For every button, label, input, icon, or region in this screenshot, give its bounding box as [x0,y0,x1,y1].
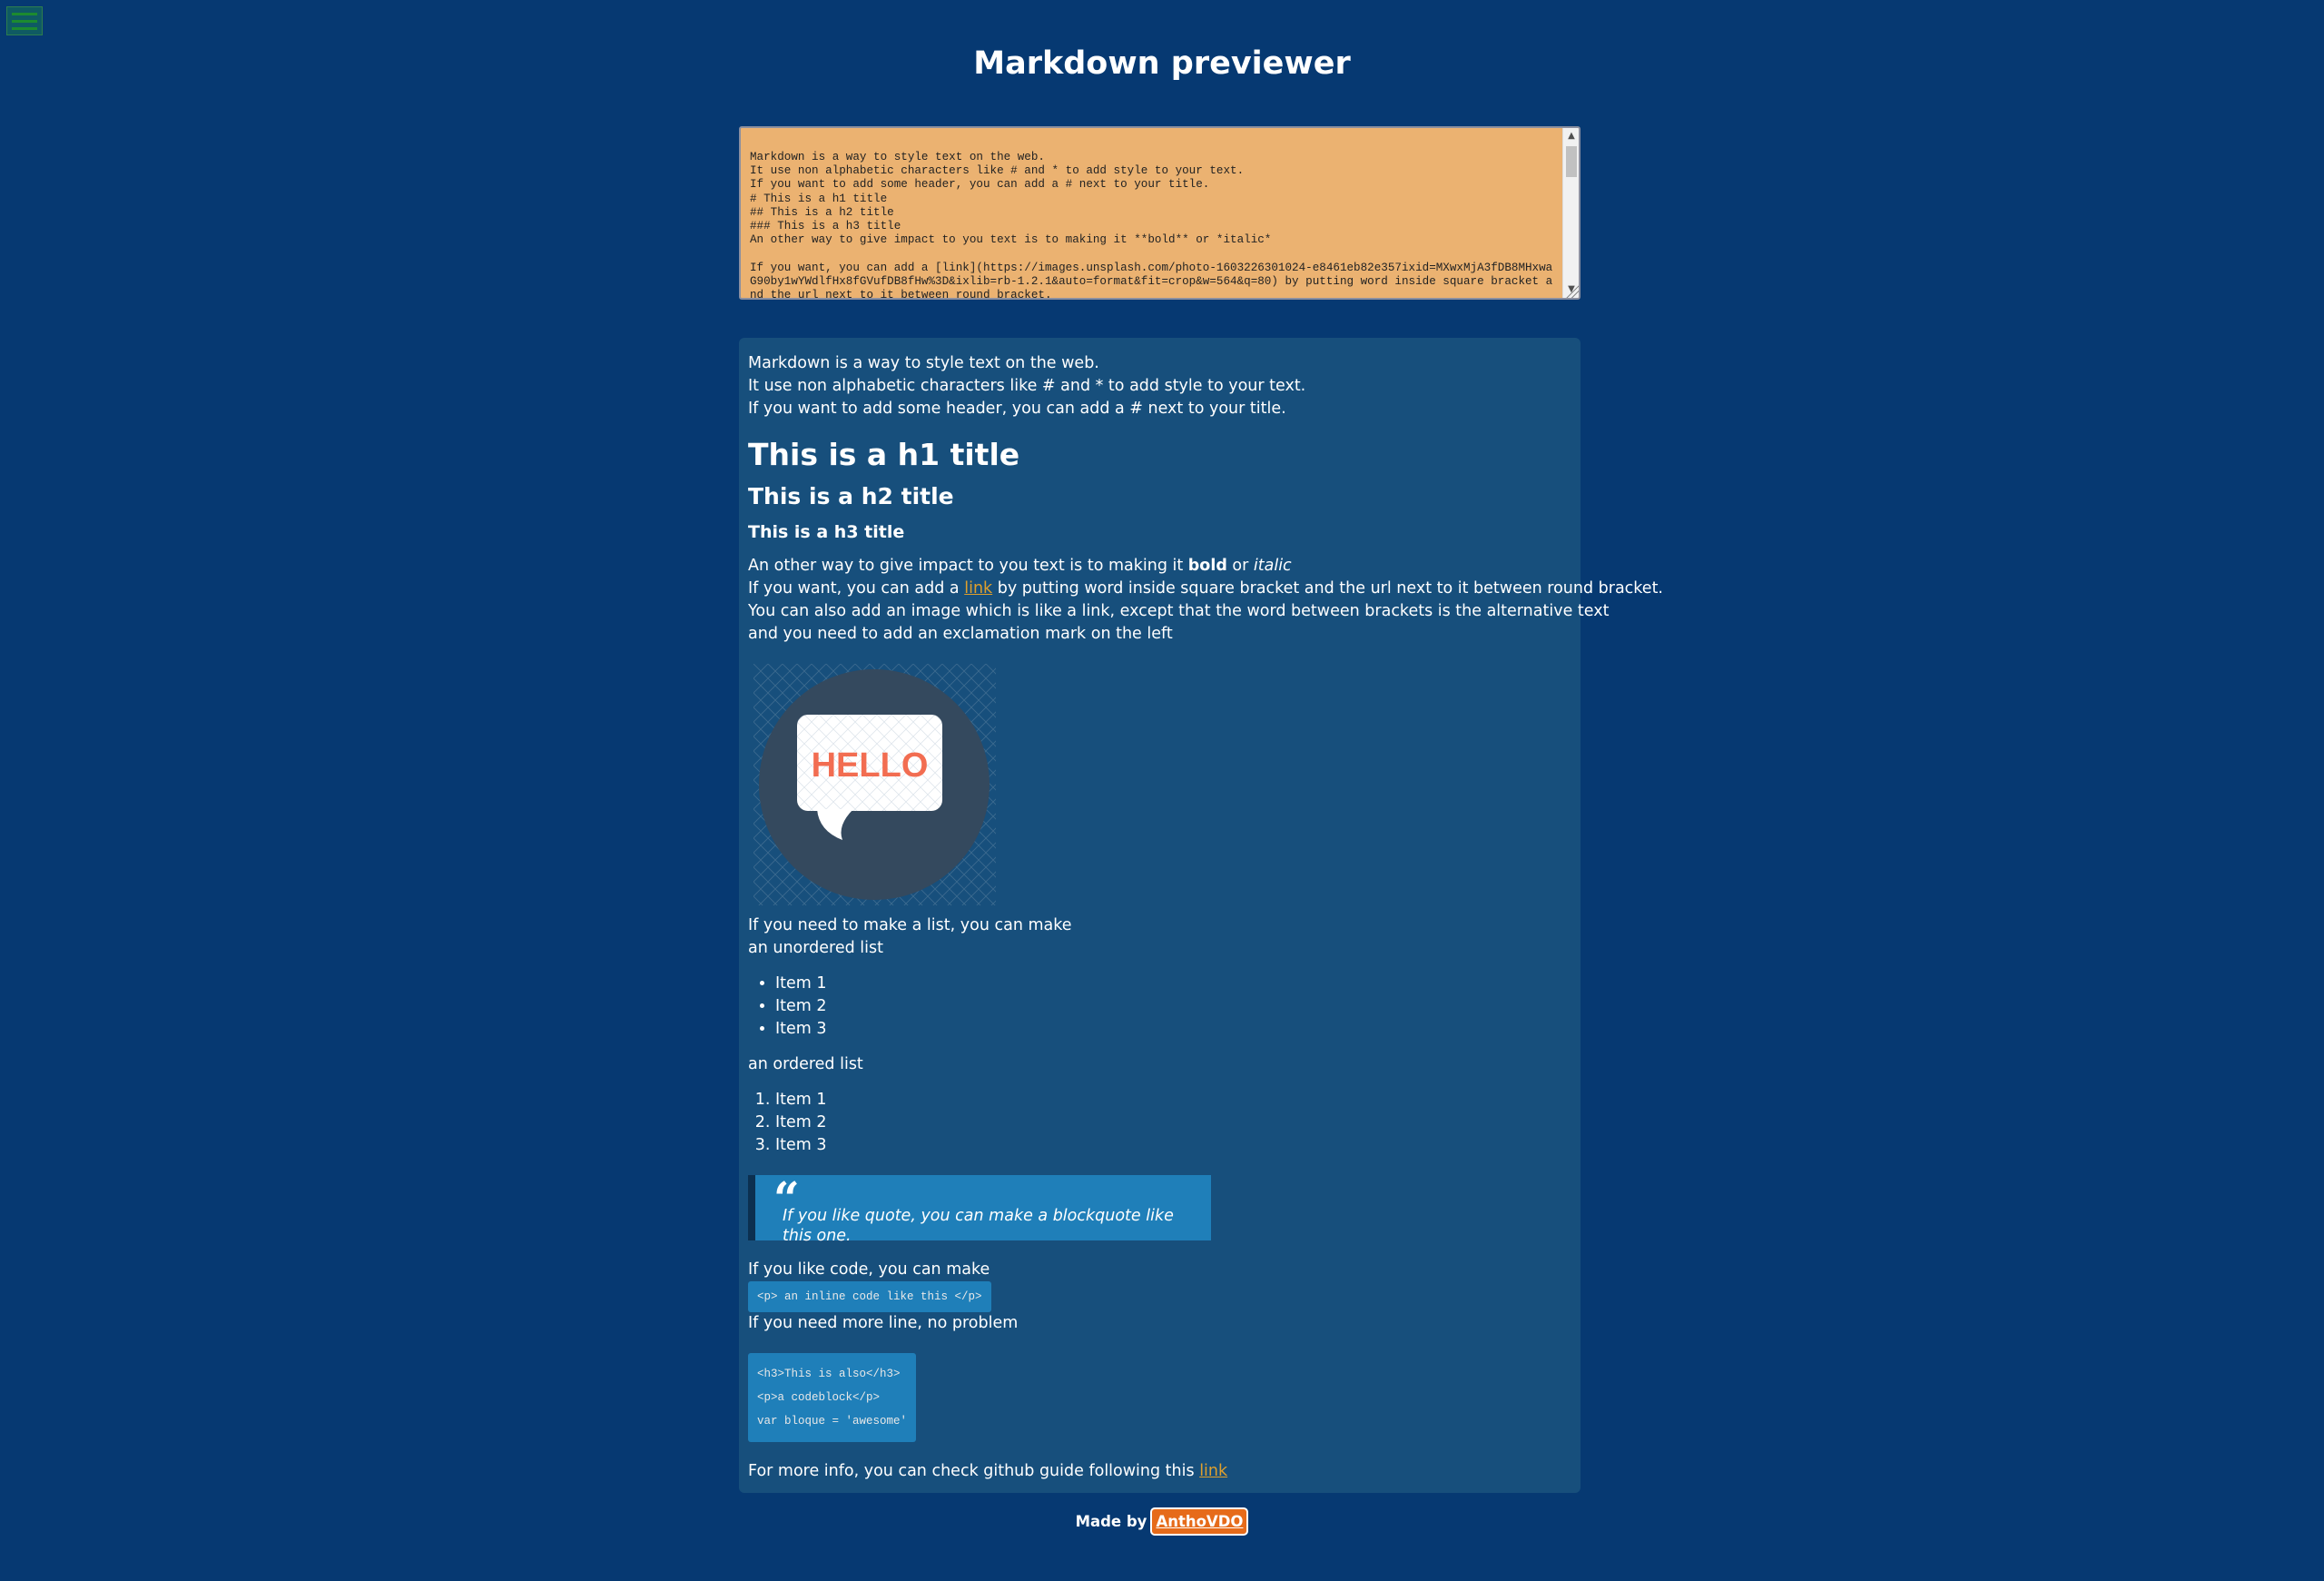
hello-text: HELLO [812,746,929,785]
inline-code: <p> an inline code like this </p> [748,1281,991,1312]
resize-grip-icon[interactable] [1566,285,1579,298]
impact-text: An other way to give impact to you text … [748,557,1188,575]
page-title: Markdown previewer [973,45,1351,82]
code-intro: If you like code, you can make [748,1260,990,1279]
editor-scrollbar[interactable]: ▲ ▼ [1562,128,1579,298]
unordered-list: Item 1 Item 2 Item 3 [748,973,1571,1041]
italic-example: italic [1253,557,1292,575]
markdown-preview: Markdown is a way to style text on the w… [739,338,1663,1493]
link-suffix: by putting word inside square bracket an… [992,579,1663,598]
list-item: Item 2 [775,995,1571,1018]
preview-h3: This is a h3 title [748,522,905,542]
list-intro: If you need to make a list, you can make… [748,914,1571,960]
list-item: Item 3 [775,1018,1571,1041]
markdown-editor-container: Markdown is a way to style text on the w… [739,126,1581,300]
bold-example: bold [1187,557,1227,575]
image-line: and you need to add an exclamation mark … [748,625,1173,643]
made-by-label: Made by [1075,1513,1147,1530]
impact-paragraph: An other way to give impact to you text … [748,555,1663,646]
blockquote: “ If you like quote, you can make a bloc… [748,1171,1211,1245]
quote-icon: “ [773,1171,800,1225]
quote-text: If you like quote, you can make a blockq… [783,1207,1174,1245]
link-prefix: If you want, you can add a [748,579,965,598]
menu-bar [12,12,37,15]
preview-h2: This is a h2 title [748,483,954,509]
ordered-intro: an ordered list [748,1055,863,1073]
markdown-editor[interactable]: Markdown is a way to style text on the w… [741,128,1562,298]
hello-image: HELLO [753,664,996,905]
list-item: Item 1 [775,1089,1571,1112]
list-item: Item 1 [775,973,1571,995]
more-info-line: For more info, you can check github guid… [748,1460,1571,1483]
github-guide-link[interactable]: link [1199,1462,1227,1480]
menu-bar [12,19,37,23]
or-text: or [1226,557,1254,575]
more-lines-text: If you need more line, no problem [748,1314,1019,1332]
intro-paragraph: Markdown is a way to style text on the w… [748,352,1571,420]
link-line: If you want, you can add a link by putti… [748,578,1663,600]
footer: Made by AnthoVDO [0,1507,2324,1536]
intro-line: If you want to add some header, you can … [748,400,1286,418]
ordered-list: Item 1 Item 2 Item 3 [748,1089,1571,1157]
list-item: Item 2 [775,1112,1571,1134]
list-intro-line: an unordered list [748,939,883,957]
menu-bar [12,26,37,30]
impact-line: An other way to give impact to you text … [748,555,1571,578]
author-link[interactable]: AnthoVDO [1150,1507,1249,1536]
scroll-thumb[interactable] [1566,146,1577,177]
intro-line: Markdown is a way to style text on the w… [748,354,1099,372]
preview-h1: This is a h1 title [748,437,1020,472]
example-link[interactable]: link [964,579,992,598]
scroll-up-icon[interactable]: ▲ [1563,128,1579,144]
list-intro-line: If you need to make a list, you can make [748,916,1072,934]
intro-line: It use non alphabetic characters like # … [748,377,1306,395]
image-line: You can also add an image which is like … [748,602,1610,620]
list-item: Item 3 [775,1134,1571,1157]
hamburger-menu-icon[interactable] [6,6,43,35]
code-block: <h3>This is also</h3> <p>a codeblock</p>… [748,1353,917,1442]
more-info-text: For more info, you can check github guid… [748,1462,1200,1480]
